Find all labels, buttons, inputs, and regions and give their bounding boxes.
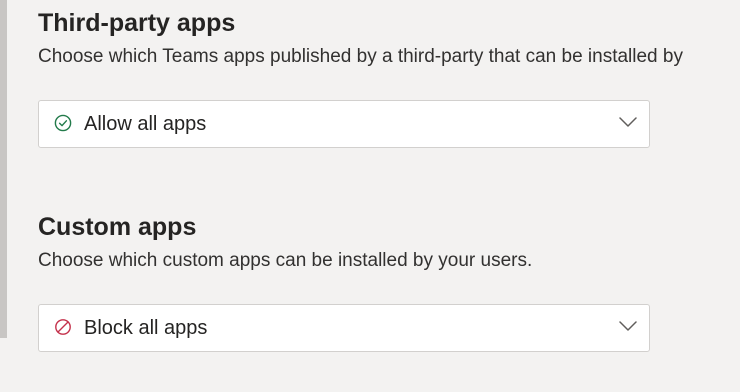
custom-apps-description: Choose which custom apps can be installe… (38, 250, 533, 271)
chevron-down-icon (619, 117, 637, 127)
custom-apps-selected-value: Block all apps (84, 317, 208, 339)
blocked-icon (55, 319, 71, 335)
third-party-apps-dropdown[interactable]: Allow all apps (38, 100, 650, 148)
third-party-apps-selected-value: Allow all apps (84, 113, 207, 135)
custom-apps-title: Custom apps (38, 213, 197, 241)
custom-apps-dropdown[interactable]: Block all apps (38, 304, 650, 352)
scrollbar[interactable] (0, 0, 7, 338)
chevron-down-icon (619, 321, 637, 331)
custom-apps-section: Custom apps Choose which custom apps can… (38, 204, 740, 364)
check-circle-icon (54, 114, 72, 132)
third-party-apps-section: Third-party apps Choose which Teams apps… (38, 0, 740, 160)
third-party-apps-title: Third-party apps (38, 9, 236, 37)
third-party-apps-description: Choose which Teams apps published by a t… (38, 46, 683, 67)
